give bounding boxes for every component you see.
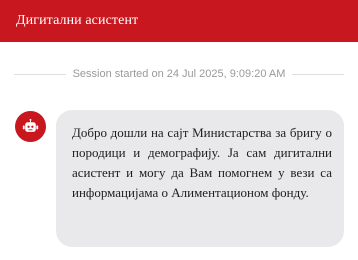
- divider-line-right: [292, 73, 344, 75]
- bot-avatar: [15, 111, 46, 142]
- session-divider: Session started on 24 Jul 2025, 9:09:20 …: [14, 65, 344, 83]
- divider-line-left: [14, 73, 66, 75]
- bot-message-text: Добро дошли на сајт Министарства за бриг…: [72, 125, 332, 200]
- chat-header: Дигитални асистент: [0, 0, 358, 42]
- robot-icon: [22, 118, 39, 132]
- session-started-label: Session started on 24 Jul 2025, 9:09:20 …: [72, 68, 286, 80]
- bot-message-bubble: Добро дошли на сајт Министарства за бриг…: [56, 110, 344, 247]
- header-title: Дигитални асистент: [16, 13, 139, 28]
